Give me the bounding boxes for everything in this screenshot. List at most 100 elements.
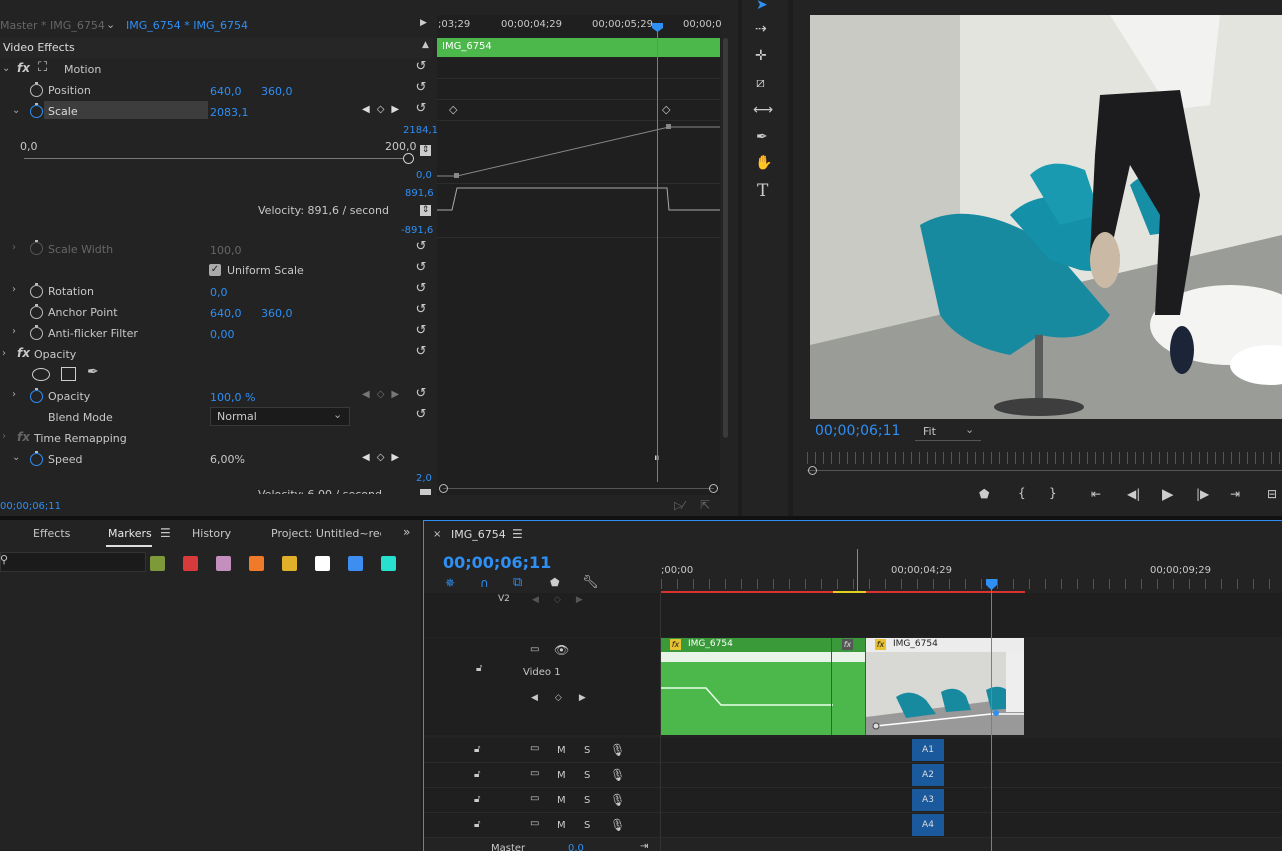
tab-history[interactable]: History [192,527,231,540]
mute-button[interactable]: M [557,745,566,756]
uniform-scale-checkbox[interactable]: ✓ [209,264,221,276]
position-x-value[interactable]: 640,0 [210,85,242,98]
expand-chevron-icon[interactable]: › [2,348,6,359]
expand-chevron-icon[interactable]: ⌄ [12,452,20,463]
mark-out-icon[interactable]: } [1049,486,1057,500]
sequence-tab[interactable]: IMG_6754 [451,528,506,541]
play-only-icon[interactable]: ▶ [420,18,427,28]
lock-icon[interactable]: 🔓︎ [474,819,480,830]
add-marker-icon[interactable]: ⬟ [979,487,989,501]
keyframe-navigator[interactable]: ◀◇▶ [362,452,406,463]
filter-icon[interactable]: ▷⁄ [674,499,684,512]
hand-tool-icon[interactable]: ✋ [755,155,772,171]
film-icon[interactable]: ▭ [530,644,539,655]
graph-toggle-icon[interactable] [420,489,431,495]
expand-chevron-icon[interactable]: › [2,431,6,442]
clip[interactable]: fx IMG_6754 [866,638,1024,735]
stopwatch-icon[interactable] [30,283,43,298]
step-forward-icon[interactable]: |▶ [1196,487,1209,501]
microphone-icon[interactable]: 🎙︎ [610,818,625,832]
pen-mask-icon[interactable]: ✒ [87,364,99,380]
marker-color-swatch[interactable] [348,556,363,571]
tab-project[interactable]: Project: Untitled~reco [271,527,381,540]
scale-slider-track[interactable] [24,158,408,159]
monitor-time-ruler[interactable] [807,452,1282,464]
marker-color-swatch[interactable] [381,556,396,571]
opacity-value[interactable]: 100,0 % [210,391,255,404]
ec-scrollbar[interactable] [723,38,728,438]
speed-value[interactable]: 6,00% [210,453,245,466]
reset-icon[interactable]: ↺ [414,282,428,296]
marker-color-swatch[interactable] [183,556,198,571]
reset-icon[interactable]: ↺ [414,387,428,401]
marker-color-swatch[interactable] [150,556,165,571]
keyframe-navigator[interactable]: ◀◇▶ [362,104,406,115]
track-header-divider[interactable] [660,593,661,851]
graph-toggle-icon[interactable]: ⇕ [420,145,431,156]
wrench-settings-icon[interactable]: 🔧︎ [582,575,599,590]
stopwatch-icon[interactable] [30,325,43,340]
linked-selection-icon[interactable]: ⧉ [513,575,522,590]
ec-zoom-bar[interactable] [443,488,714,489]
snap-magnet-icon[interactable]: ∩ [480,576,489,590]
reset-icon[interactable]: ↺ [414,261,428,275]
go-to-in-icon[interactable]: ⇤ [1091,487,1101,501]
eye-icon[interactable]: 👁︎ [554,643,569,657]
scale-value-graph[interactable] [437,118,720,238]
track-select-icon[interactable]: ⇢ [755,21,767,37]
scale-value[interactable]: 2083,1 [210,106,249,119]
close-icon[interactable]: × [433,529,441,540]
marker-color-swatch[interactable] [249,556,264,571]
dropdown-chevron-icon[interactable]: ⌄ [106,18,115,31]
timeline-timecode[interactable]: 00;00;06;11 [443,553,551,572]
track-a4-target[interactable]: A4 [912,814,944,836]
rotation-value[interactable]: 0,0 [210,286,228,299]
stopwatch-icon[interactable] [30,103,43,118]
keyframe-diamond[interactable]: ◇ [449,103,457,116]
tab-markers[interactable]: Markers [108,527,152,540]
keyframe-nav-icon[interactable]: ◀◇▶ [532,595,598,605]
pen-tool-icon[interactable]: ✒ [756,129,768,145]
ripple-edit-icon[interactable]: ✛ [755,48,767,64]
play-button-icon[interactable]: ▶ [1162,485,1174,503]
slip-tool-icon[interactable]: ⟷ [753,102,773,118]
effect-controls-timecode[interactable]: 00;00;06;11 [0,501,61,512]
marker-search-input[interactable] [0,552,146,572]
type-tool-icon[interactable]: T [757,181,768,201]
ec-playhead[interactable] [657,24,658,482]
anchor-y-value[interactable]: 360,0 [261,307,293,320]
add-marker-icon[interactable]: ⬟ [550,576,560,589]
film-icon[interactable]: ▭ [530,768,539,779]
timeline-playhead[interactable] [991,581,992,851]
ellipse-mask-icon[interactable] [32,368,50,381]
track-a1-target[interactable]: A1 [912,739,944,761]
nest-sequence-icon[interactable]: ✵ [445,576,455,590]
film-icon[interactable]: ▭ [530,743,539,754]
lock-icon[interactable]: 🔓︎ [474,769,480,780]
go-to-out-icon[interactable]: ⇥ [1230,487,1240,501]
microphone-icon[interactable]: 🎙︎ [610,768,625,782]
clip[interactable]: fx IMG_6754 fx [661,638,866,735]
reset-icon[interactable]: ↺ [414,81,428,95]
ec-zoom-handle[interactable] [709,484,718,493]
lock-icon[interactable]: 🔓︎ [474,794,480,805]
expand-chevron-icon[interactable]: › [12,389,16,400]
stopwatch-icon[interactable] [30,82,43,97]
film-icon[interactable]: ▭ [530,818,539,829]
video-preview[interactable] [810,15,1282,419]
reset-icon[interactable]: ↺ [414,240,428,254]
reset-icon[interactable]: ↺ [414,408,428,422]
panel-menu-icon[interactable]: ☰ [512,527,523,541]
blend-mode-dropdown[interactable]: Normal ⌄ [210,407,350,426]
rectangle-mask-icon[interactable] [61,367,76,381]
expand-chevron-icon[interactable]: ⌄ [12,105,20,116]
export-frame-icon[interactable]: ⇱ [700,498,710,512]
reset-icon[interactable]: ↺ [414,345,428,359]
keyframe-diamond[interactable]: ◇ [662,103,670,116]
keyframe-nav-icon[interactable]: ◀◇▶ [531,693,603,703]
stopwatch-icon[interactable] [30,451,43,466]
lock-icon[interactable]: 🔓︎ [474,744,480,755]
fx-icon[interactable]: fx [17,430,30,444]
razor-tool-icon[interactable]: ⧄ [756,75,765,91]
selection-tool-icon[interactable]: ➤ [756,0,768,13]
